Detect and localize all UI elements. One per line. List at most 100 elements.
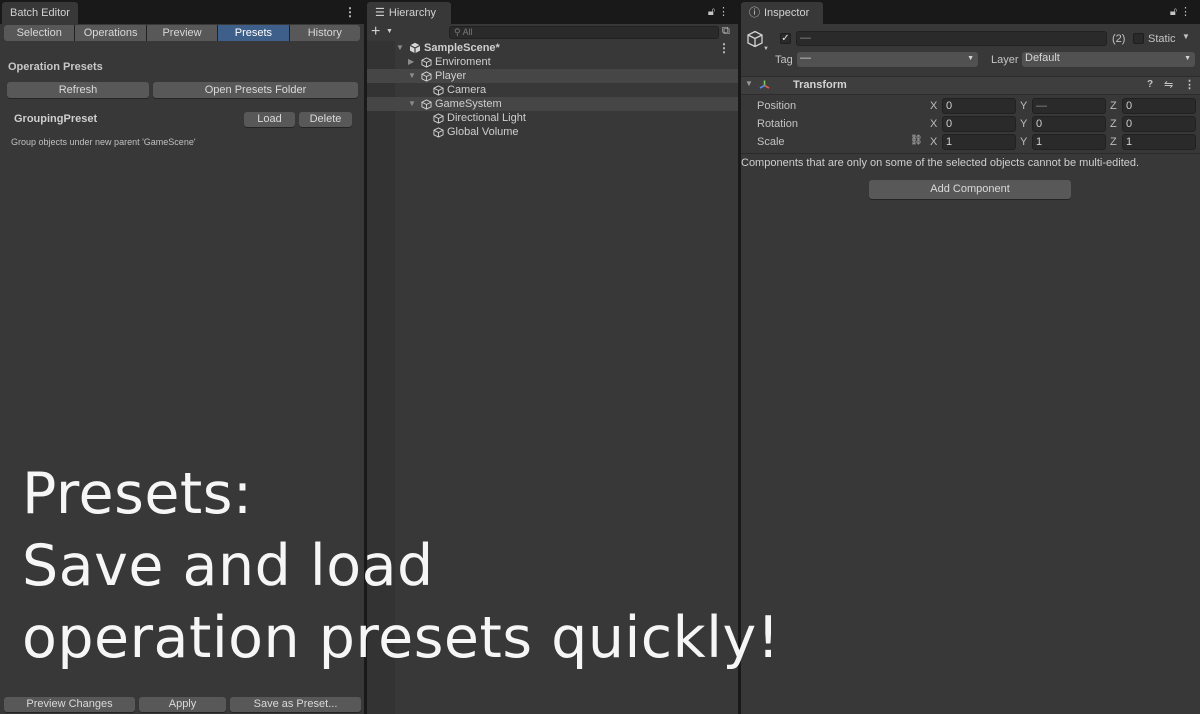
selection-count: (2)	[1112, 33, 1126, 45]
batch-editor-tabs: Selection Operations Preview Presets His…	[4, 25, 360, 41]
transform-row-label: Rotation	[757, 118, 798, 130]
gameobject-icon	[421, 98, 432, 110]
hierarchy-item-content: Player	[421, 69, 466, 83]
search-by-type-icon[interactable]: ⧉	[722, 25, 730, 38]
axis-label-z[interactable]: Z	[1110, 118, 1117, 130]
hierarchy-item[interactable]: Camera	[367, 83, 738, 97]
section-title: Operation Presets	[8, 61, 103, 73]
axis-label-y[interactable]: Y	[1020, 136, 1027, 148]
create-dropdown-icon[interactable]: ▼	[386, 28, 393, 35]
hierarchy-item-label: SampleScene*	[424, 42, 500, 55]
create-plus-icon[interactable]: +	[371, 24, 380, 40]
scale-x-field[interactable]: 1	[942, 134, 1016, 150]
transform-header[interactable]: ▼ Transform ? ⇋ ⋮	[741, 76, 1200, 95]
tab-presets[interactable]: Presets	[218, 25, 289, 41]
axis-label-z[interactable]: Z	[1110, 100, 1117, 112]
inspector-tab[interactable]: ⓘ Inspector	[741, 2, 823, 24]
multi-edit-note: Components that are only on some of the …	[741, 157, 1140, 169]
axis-label-y[interactable]: Y	[1020, 118, 1027, 130]
component-menu-icon[interactable]: ⋮	[1184, 78, 1195, 91]
tag-dropdown[interactable]: — ▼	[797, 52, 978, 67]
tab-selection[interactable]: Selection	[4, 25, 75, 41]
delete-preset-button[interactable]: Delete	[299, 112, 352, 127]
hierarchy-item[interactable]: Global Volume	[367, 125, 738, 139]
hierarchy-tab[interactable]: ☰ Hierarchy	[367, 2, 451, 24]
tab-history[interactable]: History	[289, 25, 360, 41]
hierarchy-menu-icon[interactable]: ⋮	[718, 6, 732, 18]
static-label: Static	[1148, 33, 1176, 45]
hierarchy-item[interactable]: ▼ GameSystem	[367, 97, 738, 111]
object-name-field[interactable]: —	[796, 31, 1107, 46]
scale-z-field[interactable]: 1	[1122, 134, 1196, 150]
hierarchy-item-label: Enviroment	[435, 56, 491, 69]
hierarchy-item[interactable]: Directional Light	[367, 111, 738, 125]
scale-y-field[interactable]: 1	[1032, 134, 1106, 150]
hierarchy-item-content: GameSystem	[421, 97, 502, 111]
axis-label-x[interactable]: X	[930, 136, 937, 148]
hierarchy-item-content: Enviroment	[421, 55, 491, 69]
layer-value: Default	[1025, 52, 1060, 64]
icon-dropdown-icon[interactable]: ▼	[763, 46, 769, 52]
help-icon[interactable]: ?	[1147, 79, 1153, 90]
rotation-x-field[interactable]: 0	[942, 116, 1016, 132]
presets-sliders-icon[interactable]: ⇋	[1164, 78, 1173, 91]
active-checkbox[interactable]: ✓	[780, 33, 791, 44]
static-dropdown-icon[interactable]: ▼	[1182, 32, 1190, 41]
foldout-icon[interactable]: ▼	[745, 79, 753, 88]
lock-icon[interactable]: 🔓︎	[1170, 6, 1180, 18]
hierarchy-search-input[interactable]: ⚲ All	[449, 26, 719, 39]
scene-menu-icon[interactable]: ⋮	[718, 42, 730, 54]
static-checkbox[interactable]	[1133, 33, 1144, 44]
axis-label-x[interactable]: X	[930, 118, 937, 130]
refresh-button[interactable]: Refresh	[7, 82, 149, 98]
hierarchy-scene-row[interactable]: ▼ SampleScene* ⋮	[367, 41, 738, 55]
tab-preview[interactable]: Preview	[146, 25, 218, 41]
foldout-expanded-icon[interactable]: ▼	[396, 41, 404, 55]
layer-dropdown[interactable]: Default ▼	[1022, 52, 1195, 67]
hierarchy-toolbar: + ▼ ⚲ All ⧉	[367, 24, 738, 41]
add-component-button[interactable]: Add Component	[869, 180, 1071, 199]
constrain-proportions-icon[interactable]: ⛓	[910, 135, 923, 146]
promo-line-2: Save and load	[22, 533, 434, 599]
preview-changes-button[interactable]: Preview Changes	[4, 697, 135, 712]
position-y-field[interactable]: —	[1032, 98, 1106, 114]
axis-label-y[interactable]: Y	[1020, 100, 1027, 112]
position-x-field[interactable]: 0	[942, 98, 1016, 114]
promo-caption: Presets: Save and load operation presets…	[22, 458, 782, 674]
chevron-down-icon: ▼	[967, 55, 974, 62]
axis-label-x[interactable]: X	[930, 100, 937, 112]
gameobject-cube-icon[interactable]	[746, 30, 764, 48]
hierarchy-search-placeholder: All	[462, 27, 473, 37]
hierarchy-item-content: Global Volume	[433, 125, 519, 139]
gameobject-icon	[433, 112, 444, 124]
batch-editor-menu-icon[interactable]: ⋮	[344, 6, 356, 18]
foldout-expanded-icon[interactable]: ▼	[408, 97, 416, 111]
inspector-tab-label: Inspector	[764, 7, 810, 19]
load-preset-button[interactable]: Load	[244, 112, 295, 127]
lock-icon[interactable]: 🔓︎	[708, 6, 718, 18]
search-icon: ⚲	[454, 27, 461, 37]
gameobject-icon	[421, 56, 432, 68]
component-title: Transform	[793, 79, 847, 91]
tab-operations[interactable]: Operations	[75, 25, 146, 41]
inspector-menu-icon[interactable]: ⋮	[1180, 6, 1194, 18]
hierarchy-tab-label: Hierarchy	[388, 7, 436, 19]
hierarchy-item-label: Directional Light	[447, 112, 526, 125]
rotation-y-field[interactable]: 0	[1032, 116, 1106, 132]
foldout-expanded-icon[interactable]: ▼	[408, 69, 416, 83]
hierarchy-item-label: Player	[435, 70, 467, 83]
batch-editor-tab[interactable]: Batch Editor	[2, 2, 78, 24]
inspector-tabbar: ⓘ Inspector 🔓︎⋮	[741, 0, 1200, 24]
preset-name: GroupingPreset	[14, 113, 98, 125]
list-icon: ☰	[375, 7, 385, 19]
save-as-preset-button[interactable]: Save as Preset...	[230, 697, 361, 712]
hierarchy-item[interactable]: ▼ Player	[367, 69, 738, 83]
rotation-z-field[interactable]: 0	[1122, 116, 1196, 132]
apply-button[interactable]: Apply	[139, 697, 226, 712]
position-z-field[interactable]: 0	[1122, 98, 1196, 114]
open-presets-folder-button[interactable]: Open Presets Folder	[153, 82, 358, 98]
axis-label-z[interactable]: Z	[1110, 136, 1117, 148]
check-icon: ✓	[781, 33, 790, 44]
hierarchy-item[interactable]: ▶ Enviroment	[367, 55, 738, 69]
foldout-collapsed-icon[interactable]: ▶	[408, 55, 414, 69]
